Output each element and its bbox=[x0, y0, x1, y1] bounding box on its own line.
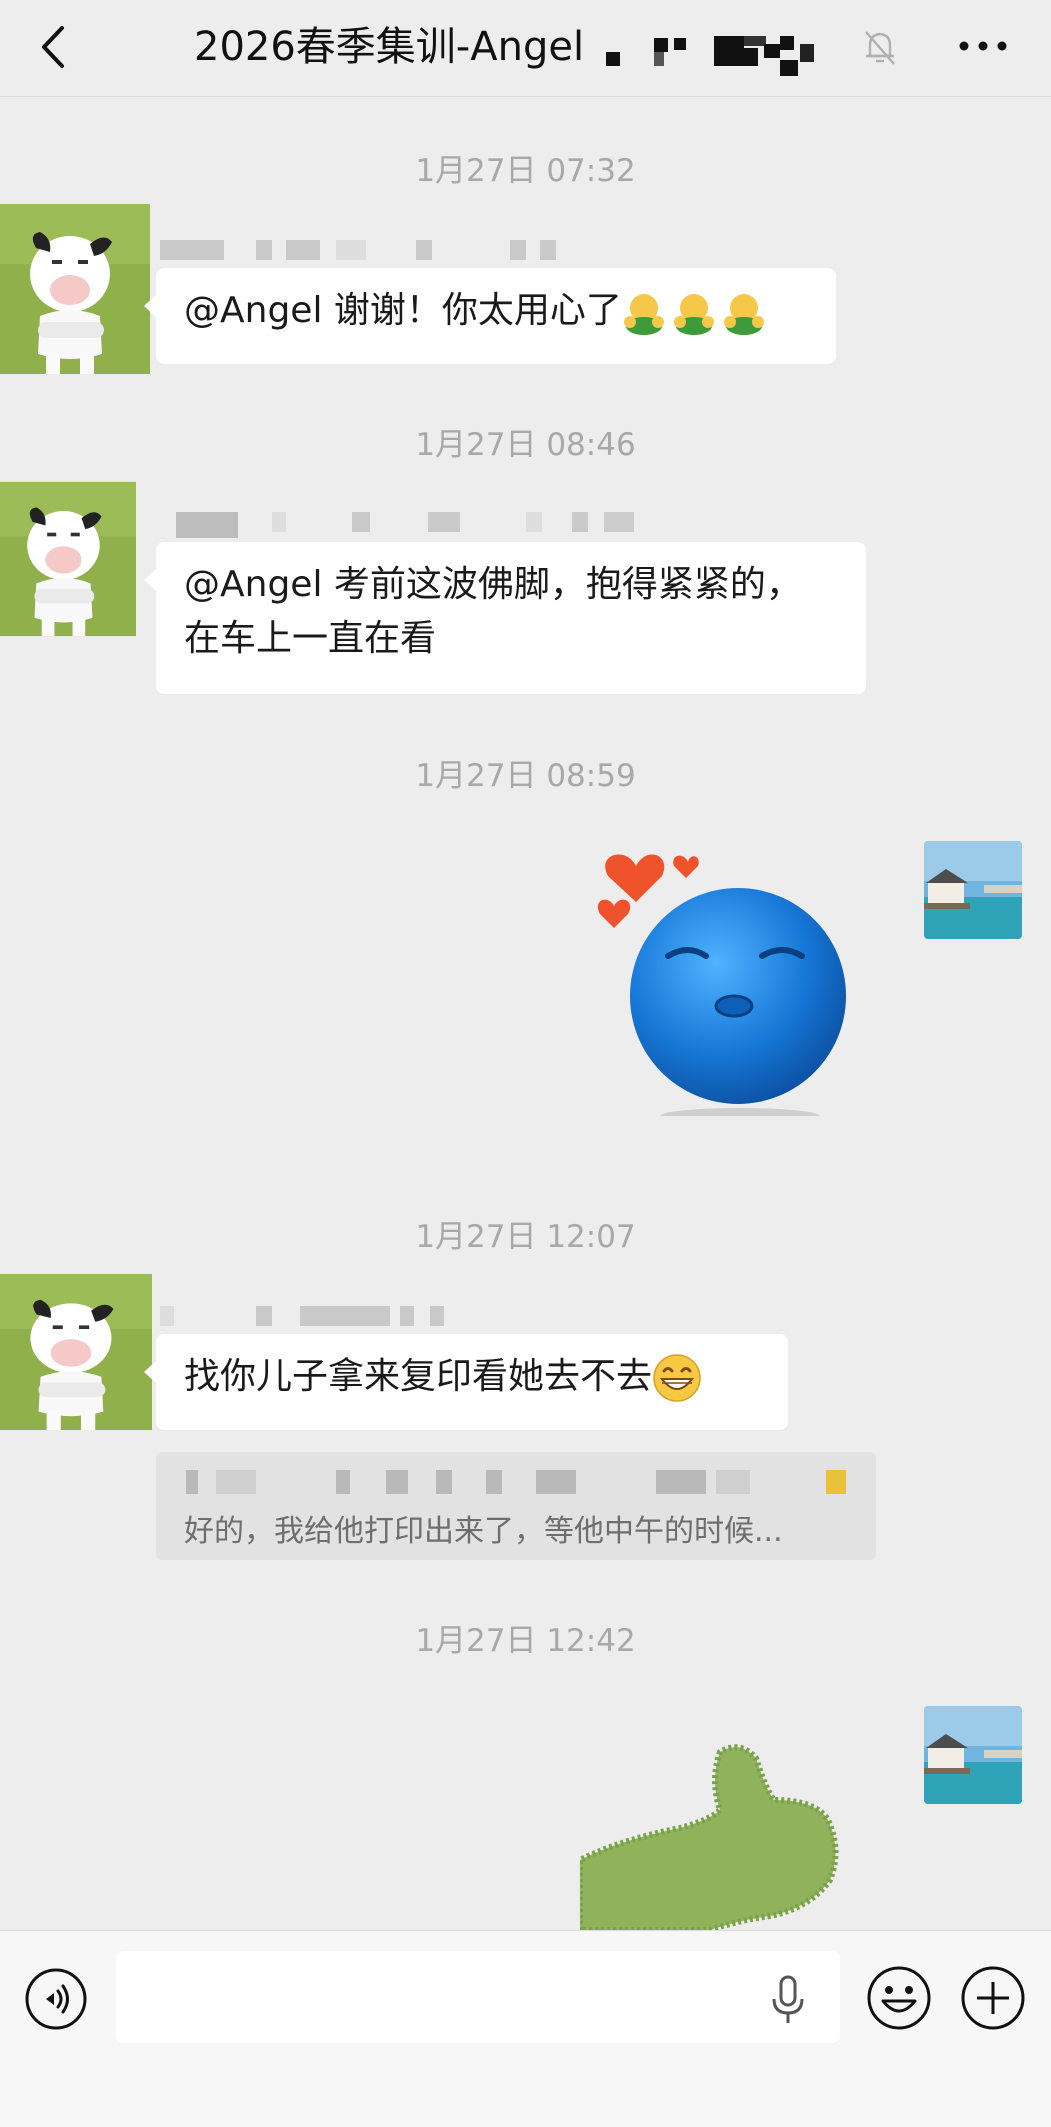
sender-name-redacted bbox=[176, 512, 636, 538]
sender-name-redacted bbox=[160, 240, 560, 260]
chat-header: 2026春季集训-Angel bbox=[0, 0, 1051, 97]
blue-kiss-face-sticker[interactable] bbox=[596, 846, 856, 1116]
title-redaction bbox=[606, 36, 814, 76]
plus-icon[interactable] bbox=[960, 1965, 1026, 2031]
mic-icon[interactable] bbox=[770, 1975, 806, 2025]
avatar-cow[interactable] bbox=[0, 204, 150, 374]
hug-emoji-icon bbox=[623, 294, 764, 335]
grin-emoji-icon bbox=[653, 1354, 701, 1402]
green-thumbs-up-sticker[interactable] bbox=[580, 1740, 880, 1930]
sender-name-redacted bbox=[160, 1306, 490, 1326]
timestamp: 1月27日 07:32 bbox=[415, 153, 636, 189]
avatar-self[interactable] bbox=[924, 1706, 1022, 1804]
avatar-cow[interactable] bbox=[0, 1274, 152, 1430]
chat-title: 2026春季集训-Angel bbox=[194, 24, 585, 70]
timestamp: 1月27日 08:59 bbox=[415, 758, 636, 794]
quote-sender-redacted bbox=[186, 1466, 846, 1496]
timestamp: 1月27日 12:42 bbox=[415, 1623, 636, 1659]
message-bubble[interactable]: @Angel 考前这波佛脚，抱得紧紧的， 在车上一直在看 bbox=[144, 542, 866, 694]
voice-icon[interactable] bbox=[24, 1967, 88, 2031]
chevron-left-icon[interactable] bbox=[36, 22, 70, 72]
message-bubble[interactable]: @Angel 谢谢！你太用心了 bbox=[144, 268, 836, 364]
bell-muted-icon bbox=[865, 31, 895, 65]
more-dots-icon[interactable] bbox=[958, 38, 1008, 54]
message-input[interactable] bbox=[116, 1951, 840, 2043]
quoted-text: 好的，我给他打印出来了，等他中午的时候... bbox=[184, 1514, 783, 1549]
avatar-self[interactable] bbox=[924, 841, 1022, 939]
input-bar bbox=[0, 1930, 1051, 2127]
quoted-message[interactable]: 好的，我给他打印出来了，等他中午的时候... bbox=[156, 1452, 876, 1560]
emoji-icon[interactable] bbox=[866, 1965, 932, 2031]
message-text-line1: @Angel 考前这波佛脚，抱得紧紧的， bbox=[184, 564, 802, 605]
message-text: 找你儿子拿来复印看她去不去 bbox=[184, 1356, 653, 1397]
message-text: @Angel 谢谢！你太用心了 bbox=[184, 290, 622, 331]
message-text-line2: 在车上一直在看 bbox=[184, 618, 437, 659]
message-bubble[interactable]: 找你儿子拿来复印看她去不去 bbox=[144, 1334, 788, 1430]
timestamp: 1月27日 08:46 bbox=[415, 427, 636, 463]
avatar-cow[interactable] bbox=[0, 476, 136, 642]
timestamp: 1月27日 12:07 bbox=[415, 1219, 636, 1255]
